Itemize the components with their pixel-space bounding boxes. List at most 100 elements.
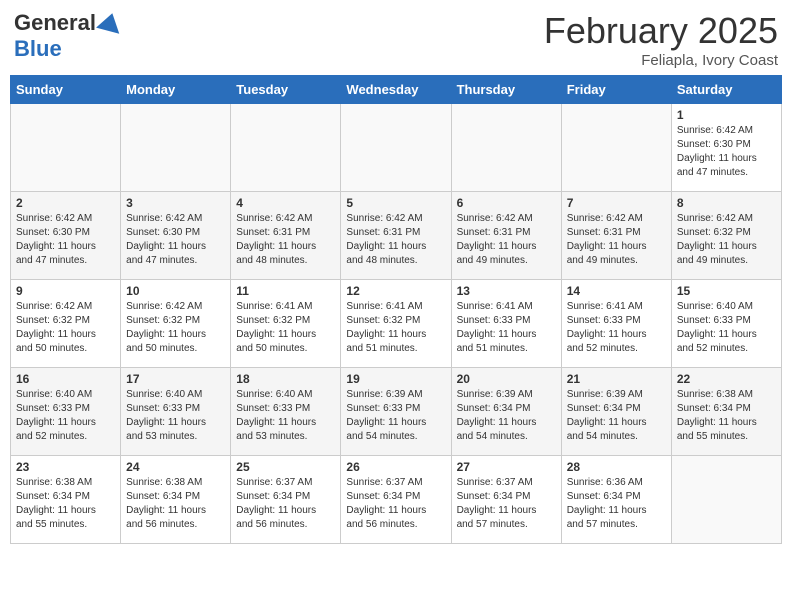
day-number: 1 <box>677 108 776 122</box>
day-number: 16 <box>16 372 115 386</box>
calendar-cell <box>451 104 561 192</box>
calendar-cell <box>561 104 671 192</box>
day-number: 6 <box>457 196 556 210</box>
day-number: 27 <box>457 460 556 474</box>
calendar-cell: 9Sunrise: 6:42 AM Sunset: 6:32 PM Daylig… <box>11 280 121 368</box>
day-info: Sunrise: 6:39 AM Sunset: 6:33 PM Dayligh… <box>346 388 445 444</box>
day-number: 17 <box>126 372 225 386</box>
day-number: 5 <box>346 196 445 210</box>
calendar-cell: 11 Sunrise: 6:41 AM Sunset: 6:32 PM Dayli… <box>231 280 341 368</box>
month-title: February 2025 <box>544 10 778 52</box>
calendar-cell <box>121 104 231 192</box>
day-number: 20 <box>457 372 556 386</box>
day-number: 10 <box>126 284 225 298</box>
calendar-table: SundayMondayTuesdayWednesdayThursdayFrid… <box>10 75 782 544</box>
day-number: 13 <box>457 284 556 298</box>
day-number: 9 <box>16 284 115 298</box>
calendar-cell: 12 Sunrise: 6:41 AM Sunset: 6:32 PM Dayli… <box>341 280 451 368</box>
day-info: Sunrise: 6:36 AM Sunset: 6:34 PM Dayligh… <box>567 476 666 532</box>
calendar-cell: 5Sunrise: 6:42 AM Sunset: 6:31 PM Daylig… <box>341 192 451 280</box>
day-number: 22 <box>677 372 776 386</box>
calendar-cell: 16 Sunrise: 6:40 AM Sunset: 6:33 PM Dayli… <box>11 368 121 456</box>
calendar-week-row: 2 Sunrise: 6:42 AM Sunset: 6:30 PM Daylig… <box>11 192 782 280</box>
calendar-cell: 26 Sunrise: 6:37 AM Sunset: 6:34 PM Dayli… <box>341 456 451 544</box>
calendar-cell: 28 Sunrise: 6:36 AM Sunset: 6:34 PM Dayli… <box>561 456 671 544</box>
day-number: 23 <box>16 460 115 474</box>
calendar-cell: 6 Sunrise: 6:42 AM Sunset: 6:31 PM Daylig… <box>451 192 561 280</box>
day-number: 18 <box>236 372 335 386</box>
header-right: February 2025 Feliapla, Ivory Coast <box>544 10 778 69</box>
calendar-day-header: Sunday <box>11 76 121 104</box>
calendar-cell <box>231 104 341 192</box>
day-number: 24 <box>126 460 225 474</box>
logo: General Blue <box>14 10 122 62</box>
calendar-header-row: SundayMondayTuesdayWednesdayThursdayFrid… <box>11 76 782 104</box>
calendar-cell: 15 Sunrise: 6:40 AM Sunset: 6:33 PM Dayli… <box>671 280 781 368</box>
day-info: Sunrise: 6:38 AM Sunset: 6:34 PM Dayligh… <box>677 388 776 444</box>
calendar-cell: 19 Sunrise: 6:39 AM Sunset: 6:33 PM Dayli… <box>341 368 451 456</box>
calendar-day-header: Monday <box>121 76 231 104</box>
day-number: 28 <box>567 460 666 474</box>
day-number: 25 <box>236 460 335 474</box>
day-number: 2 <box>16 196 115 210</box>
page-header: General Blue February 2025 Feliapla, Ivo… <box>10 10 782 69</box>
day-info: Sunrise: 6:40 AM Sunset: 6:33 PM Dayligh… <box>16 388 115 444</box>
day-info: Sunrise: 6:37 AM Sunset: 6:34 PM Dayligh… <box>457 476 556 532</box>
calendar-cell: 8 Sunrise: 6:42 AM Sunset: 6:32 PM Daylig… <box>671 192 781 280</box>
calendar-day-header: Friday <box>561 76 671 104</box>
day-info: Sunrise: 6:39 AM Sunset: 6:34 PM Dayligh… <box>567 388 666 444</box>
day-info: Sunrise: 6:42 AM Sunset: 6:30 PM Dayligh… <box>16 212 115 268</box>
calendar-cell: 21 Sunrise: 6:39 AM Sunset: 6:34 PM Dayli… <box>561 368 671 456</box>
logo-general-text: General <box>14 10 96 36</box>
day-number: 26 <box>346 460 445 474</box>
calendar-cell: 20Sunrise: 6:39 AM Sunset: 6:34 PM Dayli… <box>451 368 561 456</box>
calendar-cell: 25 Sunrise: 6:37 AM Sunset: 6:34 PM Dayli… <box>231 456 341 544</box>
day-info: Sunrise: 6:42 AM Sunset: 6:32 PM Dayligh… <box>126 300 225 356</box>
day-number: 3 <box>126 196 225 210</box>
calendar-cell: 3 Sunrise: 6:42 AM Sunset: 6:30 PM Daylig… <box>121 192 231 280</box>
calendar-day-header: Saturday <box>671 76 781 104</box>
day-info: Sunrise: 6:42 AM Sunset: 6:31 PM Dayligh… <box>457 212 556 268</box>
day-number: 7 <box>567 196 666 210</box>
day-number: 21 <box>567 372 666 386</box>
day-info: Sunrise: 6:42 AM Sunset: 6:31 PM Dayligh… <box>236 212 335 268</box>
day-info: Sunrise: 6:37 AM Sunset: 6:34 PM Dayligh… <box>236 476 335 532</box>
calendar-cell <box>341 104 451 192</box>
calendar-cell <box>11 104 121 192</box>
day-number: 8 <box>677 196 776 210</box>
calendar-cell: 24 Sunrise: 6:38 AM Sunset: 6:34 PM Dayli… <box>121 456 231 544</box>
day-info: Sunrise: 6:42 AM Sunset: 6:30 PM Dayligh… <box>677 124 776 180</box>
logo-triangle-icon <box>96 10 124 34</box>
calendar-cell: 4 Sunrise: 6:42 AM Sunset: 6:31 PM Daylig… <box>231 192 341 280</box>
logo-blue-text: Blue <box>14 36 62 62</box>
day-info: Sunrise: 6:40 AM Sunset: 6:33 PM Dayligh… <box>126 388 225 444</box>
calendar-day-header: Wednesday <box>341 76 451 104</box>
day-number: 12 <box>346 284 445 298</box>
calendar-cell: 10 Sunrise: 6:42 AM Sunset: 6:32 PM Dayli… <box>121 280 231 368</box>
day-number: 15 <box>677 284 776 298</box>
calendar-cell: 13Sunrise: 6:41 AM Sunset: 6:33 PM Dayli… <box>451 280 561 368</box>
day-info: Sunrise: 6:40 AM Sunset: 6:33 PM Dayligh… <box>236 388 335 444</box>
day-info: Sunrise: 6:38 AM Sunset: 6:34 PM Dayligh… <box>126 476 225 532</box>
calendar-day-header: Thursday <box>451 76 561 104</box>
day-number: 4 <box>236 196 335 210</box>
day-info: Sunrise: 6:42 AM Sunset: 6:32 PM Dayligh… <box>677 212 776 268</box>
calendar-cell: 23 Sunrise: 6:38 AM Sunset: 6:34 PM Dayli… <box>11 456 121 544</box>
day-info: Sunrise: 6:40 AM Sunset: 6:33 PM Dayligh… <box>677 300 776 356</box>
calendar-cell: 18 Sunrise: 6:40 AM Sunset: 6:33 PM Dayli… <box>231 368 341 456</box>
calendar-cell <box>671 456 781 544</box>
day-info: Sunrise: 6:41 AM Sunset: 6:32 PM Dayligh… <box>346 300 445 356</box>
calendar-cell: 7Sunrise: 6:42 AM Sunset: 6:31 PM Daylig… <box>561 192 671 280</box>
calendar-cell: 22 Sunrise: 6:38 AM Sunset: 6:34 PM Dayli… <box>671 368 781 456</box>
day-number: 11 <box>236 284 335 298</box>
day-info: Sunrise: 6:41 AM Sunset: 6:32 PM Dayligh… <box>236 300 335 356</box>
day-number: 19 <box>346 372 445 386</box>
calendar-cell: 17 Sunrise: 6:40 AM Sunset: 6:33 PM Dayli… <box>121 368 231 456</box>
calendar-cell: 1 Sunrise: 6:42 AM Sunset: 6:30 PM Daylig… <box>671 104 781 192</box>
day-info: Sunrise: 6:41 AM Sunset: 6:33 PM Dayligh… <box>567 300 666 356</box>
day-info: Sunrise: 6:37 AM Sunset: 6:34 PM Dayligh… <box>346 476 445 532</box>
calendar-week-row: 1 Sunrise: 6:42 AM Sunset: 6:30 PM Daylig… <box>11 104 782 192</box>
day-info: Sunrise: 6:42 AM Sunset: 6:30 PM Dayligh… <box>126 212 225 268</box>
day-info: Sunrise: 6:38 AM Sunset: 6:34 PM Dayligh… <box>16 476 115 532</box>
calendar-cell: 2 Sunrise: 6:42 AM Sunset: 6:30 PM Daylig… <box>11 192 121 280</box>
